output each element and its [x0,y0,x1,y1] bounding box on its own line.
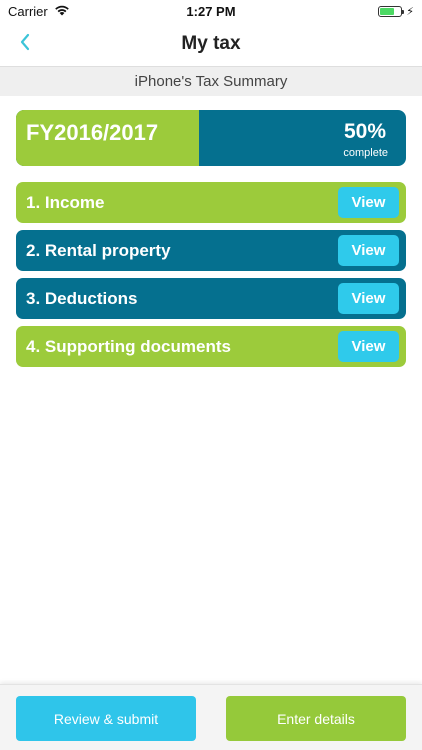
view-income-button[interactable]: View [338,187,399,218]
view-rental-property-button[interactable]: View [338,235,399,266]
section-list: 1. Income View 2. Rental property View 3… [16,182,406,374]
back-button[interactable] [10,28,40,60]
fy-label: FY2016/2017 [26,120,159,145]
review-submit-button[interactable]: Review & submit [16,696,196,741]
battery-icon [378,5,405,17]
fy-progress-card: FY2016/2017 50% complete [16,110,406,166]
fy-percent: 50% [343,120,386,143]
page-title: My tax [181,33,241,54]
tax-summary-title: iPhone's Tax Summary [134,73,288,90]
section-label: 4. Supporting documents [26,336,231,356]
view-deductions-button[interactable]: View [338,283,399,314]
section-row-supporting-documents: 4. Supporting documents View [16,326,406,367]
section-row-deductions: 3. Deductions View [16,278,406,319]
section-row-income: 1. Income View [16,182,406,223]
view-supporting-documents-button[interactable]: View [338,331,399,362]
status-time: 1:27 PM [186,3,236,19]
bottom-action-bar: Review & submit Enter details [0,684,422,750]
tax-summary-header: iPhone's Tax Summary [0,66,422,96]
fy-complete-label: complete [343,147,388,159]
section-label: 1. Income [26,192,105,212]
section-label: 3. Deductions [26,288,138,308]
nav-bar: My tax [0,22,422,66]
enter-details-button[interactable]: Enter details [226,696,406,741]
status-bar: Carrier 1:27 PM ⚡ [0,0,422,22]
chevron-left-icon [19,33,31,56]
section-row-rental-property: 2. Rental property View [16,230,406,271]
section-label: 2. Rental property [26,240,171,260]
